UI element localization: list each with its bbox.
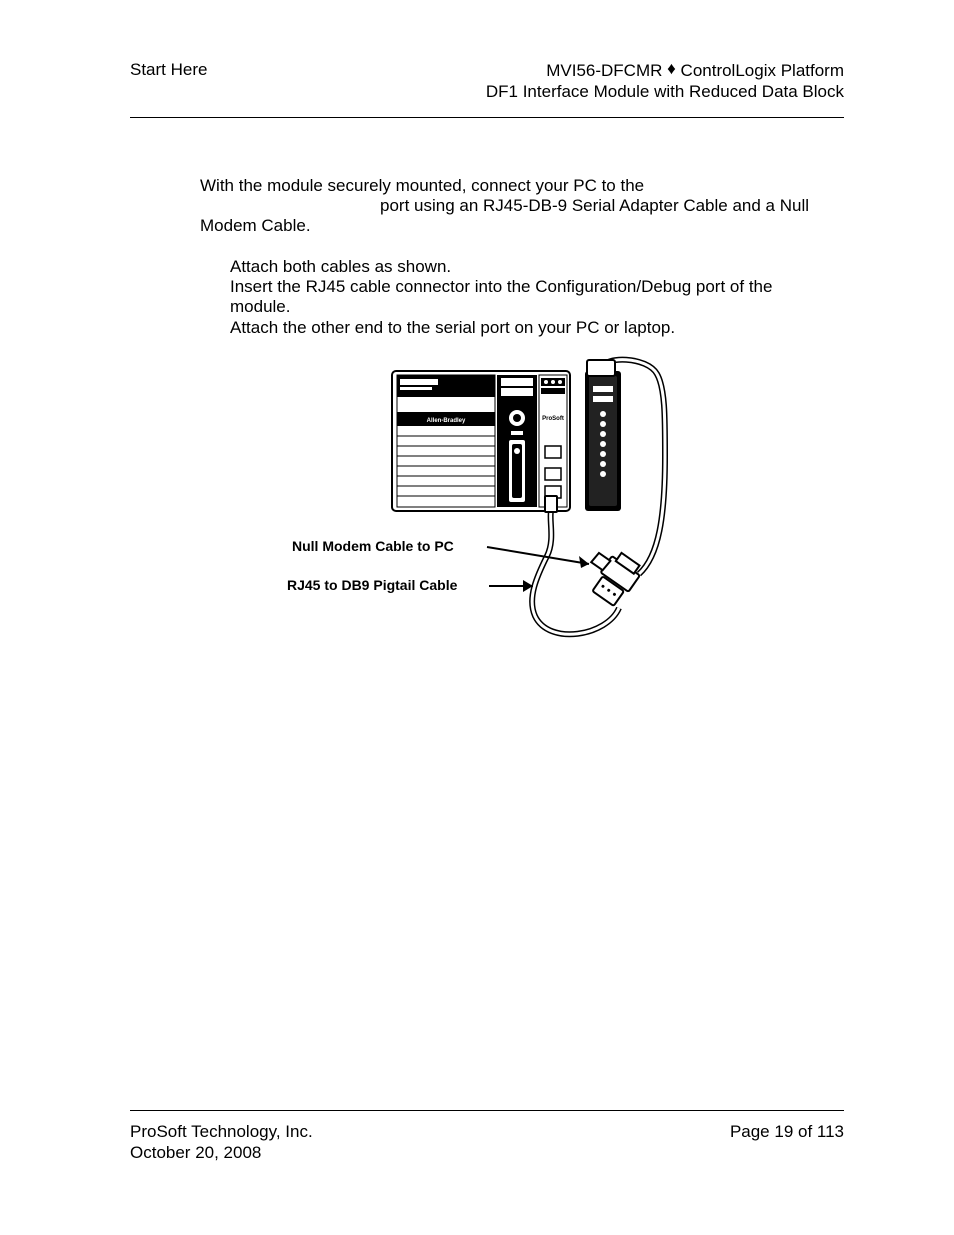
- footer-page: Page 19 of 113: [730, 1121, 844, 1164]
- step-1: Attach both cables as shown.: [230, 257, 844, 277]
- diamond-icon: ♦: [667, 58, 676, 79]
- step-2a: Insert the RJ45 cable connector into the…: [230, 277, 844, 297]
- body-text: With the module securely mounted, connec…: [130, 176, 844, 237]
- module-brand-text: ProSoft: [542, 416, 564, 422]
- page-footer: ProSoft Technology, Inc. October 20, 200…: [130, 1110, 844, 1164]
- footer-left: ProSoft Technology, Inc. October 20, 200…: [130, 1121, 313, 1164]
- header-subtitle: DF1 Interface Module with Reduced Data B…: [486, 81, 844, 102]
- step-2b: module.: [230, 297, 844, 317]
- body-line-2: port using an RJ45-DB-9 Serial Adapter C…: [380, 196, 844, 216]
- brand-text: Allen-Bradley: [427, 418, 466, 424]
- label-null-modem: Null Modem Cable to PC: [292, 538, 454, 554]
- body-line-3: Modem Cable.: [200, 216, 844, 236]
- header-right: MVI56-DFCMR ♦ ControlLogix Platform DF1 …: [486, 60, 844, 103]
- header-product: MVI56-DFCMR: [546, 61, 667, 80]
- steps-list: Attach both cables as shown. Insert the …: [230, 257, 844, 339]
- body-line-1: With the module securely mounted, connec…: [200, 176, 844, 196]
- header-left: Start Here: [130, 60, 207, 80]
- cable-diagram-svg: Allen-Bradley Pro: [287, 356, 687, 646]
- diagram: Allen-Bradley Pro: [130, 356, 844, 646]
- step-3: Attach the other end to the serial port …: [230, 318, 844, 338]
- footer-date: October 20, 2008: [130, 1142, 313, 1163]
- page-header: Start Here MVI56-DFCMR ♦ ControlLogix Pl…: [130, 60, 844, 118]
- footer-company: ProSoft Technology, Inc.: [130, 1121, 313, 1142]
- label-rj45-db9: RJ45 to DB9 Pigtail Cable: [287, 577, 458, 593]
- header-platform: ControlLogix Platform: [676, 61, 844, 80]
